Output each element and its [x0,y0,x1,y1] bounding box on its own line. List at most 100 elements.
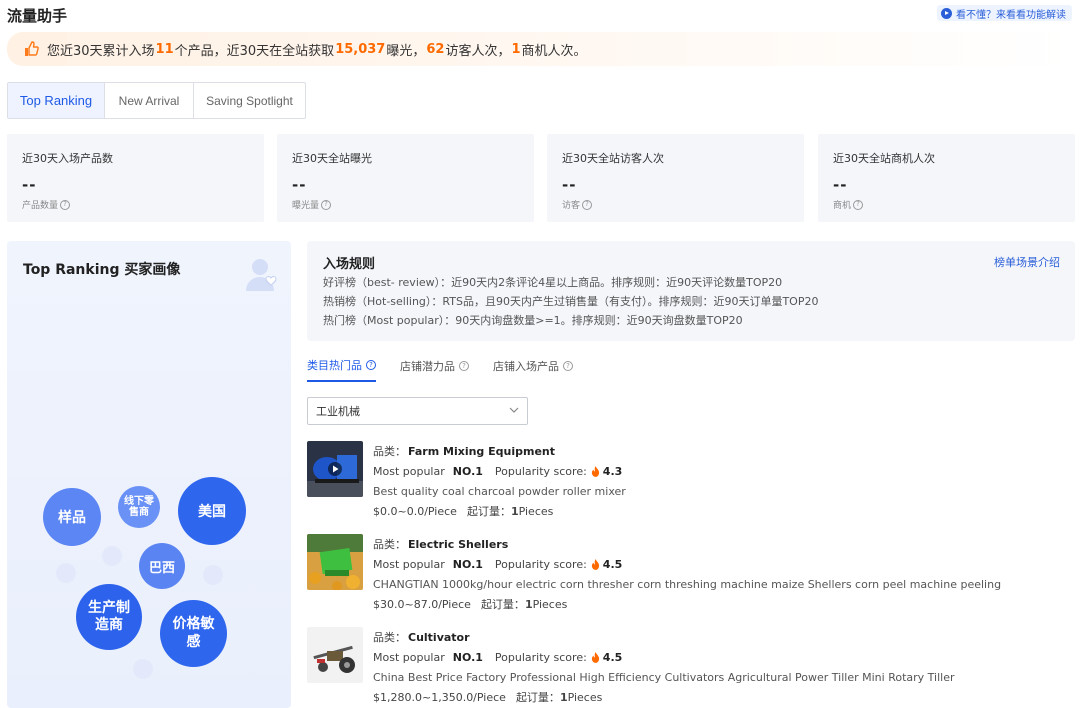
stat-label: 近30天全站曝光 [292,152,372,165]
moq-number: 1 [559,690,568,704]
question-icon[interactable]: ? [582,199,593,210]
product-category: Electric Shellers [408,537,509,551]
flame-icon [591,465,599,477]
help-link-label: 看不懂？来看看功能解读 [956,9,1066,21]
persona-tag-usa: 美国 [178,477,246,545]
product-item[interactable]: 品类： Farm Mixing Equipment Most popular NO… [307,441,1077,526]
stat-card-visitors: 近30天全站访客人次 -- 访客? [547,134,804,222]
product-item[interactable]: 品类： Cultivator Most popular NO.1 Populari… [307,627,1077,708]
ranking-tabs: Top Ranking New Arrival Saving Spotlight [7,82,306,119]
popularity-score-label: Popularity score: [494,557,587,571]
moq-label: 起订量： [515,691,560,704]
decor-dot [203,565,223,585]
product-title[interactable]: China Best Price Factory Professional Hi… [373,667,1077,687]
banner-exposure-count: 15,037 [335,41,386,57]
product-title[interactable]: CHANGTIAN 1000kg/hour electric corn thre… [373,574,1077,594]
ranking-scene-link[interactable]: 榜单场景介绍 [994,254,1060,270]
product-image[interactable] [307,534,363,590]
rule-line: 好评榜（best- review）：近90天内2条评论4星以上商品。排序规则：近… [323,276,783,289]
decor-dot [133,659,153,679]
flame-icon [591,651,599,663]
category-select-value: 工业机械 [316,405,360,418]
tab-new-arrival[interactable]: New Arrival [105,83,194,118]
question-icon[interactable]: ? [321,199,332,210]
most-popular-label: Most popular [373,650,445,664]
subtab-store-entered[interactable]: 店铺入场产品? [493,357,573,382]
decor-dot [102,546,122,566]
stat-label: 近30天全站访客人次 [562,152,664,165]
stat-sub-label: 商机 [833,201,852,211]
stat-sub-label: 产品数量 [22,201,59,211]
popularity-score-label: Popularity score: [494,650,587,664]
moq-number: 1 [510,504,519,518]
product-image[interactable] [307,627,363,683]
chevron-down-icon [509,407,519,413]
tab-top-ranking[interactable]: Top Ranking [8,83,105,118]
stat-value: -- [833,176,848,194]
question-icon[interactable]: ? [60,199,71,210]
entry-rules-panel: 入场规则 榜单场景介绍 好评榜（best- review）：近90天内2条评论4… [307,241,1075,341]
moq-number: 1 [524,597,533,611]
question-icon[interactable]: ? [563,361,573,371]
mixer-image [307,441,363,497]
persona-tag-price-sensitive: 价格敏感 [160,600,227,667]
subtab-store-potential[interactable]: 店铺潜力品? [400,357,469,382]
flame-icon [591,558,599,570]
stat-label: 近30天全站商机人次 [833,152,935,165]
question-icon[interactable]: ? [459,361,469,371]
product-title[interactable]: Best quality coal charcoal powder roller… [373,481,1077,501]
moq-label: 起订量： [480,598,525,611]
banner-text-2: 个产品，近30天在全站获取 [174,43,335,59]
persona-tag-manufacturer: 生产制造商 [76,584,142,650]
buyer-persona-panel: Top Ranking 买家画像 样品 线下零售商 美国 巴西 生产制造商 价格… [7,241,291,708]
moq-label: 起订量： [466,505,511,518]
decor-dot [56,563,76,583]
stat-value: -- [22,176,37,194]
persona-tag-sample: 样品 [43,488,101,546]
subtab-label: 店铺入场产品 [493,360,559,373]
stat-card-products: 近30天入场产品数 -- 产品数量? [7,134,264,222]
moq-unit: Pieces [567,690,603,704]
banner-products-count: 11 [155,41,174,57]
subtab-label: 类目热门品 [307,359,362,372]
stat-value: -- [292,176,307,194]
category-label: 品类： [373,631,406,644]
tab-saving-spotlight[interactable]: Saving Spotlight [194,83,305,118]
product-category: Farm Mixing Equipment [408,444,556,458]
stat-value: -- [562,176,577,194]
question-icon[interactable]: ? [366,360,376,370]
moq-unit: Pieces [532,597,568,611]
banner-text-5: 商机人次。 [521,43,587,59]
popularity-score-label: Popularity score: [494,464,587,478]
product-image[interactable] [307,441,363,497]
product-subtabs: 类目热门品? 店铺潜力品? 店铺入场产品? [307,357,597,382]
rank-badge: NO.1 [452,464,483,478]
moq-unit: Pieces [518,504,554,518]
popularity-score: 4.3 [602,464,623,478]
banner-text-1: 您近30天累计入场 [47,43,155,59]
stat-sub-label: 访客 [562,201,581,211]
rule-line: 热门榜（Most popular）：90天内询盘数量>=1。排序规则：近90天询… [323,314,743,327]
subtab-category-hot[interactable]: 类目热门品? [307,357,376,382]
product-price: $1,280.0~1,350.0/Piece [373,690,506,704]
persona-tag-label: 生产制造商 [88,599,130,634]
persona-title: Top Ranking 买家画像 [23,262,181,278]
most-popular-label: Most popular [373,557,445,571]
product-category: Cultivator [408,630,470,644]
product-price: $30.0~87.0/Piece [373,597,471,611]
banner-merchants-count: 1 [511,41,521,57]
product-item[interactable]: 品类： Electric Shellers Most popular NO.1 P… [307,534,1077,619]
banner-visitors-count: 62 [426,41,445,57]
page-title: 流量助手 [7,7,68,25]
subtab-label: 店铺潜力品 [400,360,455,373]
stat-card-exposure: 近30天全站曝光 -- 曝光量? [277,134,534,222]
product-price: $0.0~0.0/Piece [373,504,457,518]
stat-sub-label: 曝光量 [292,201,320,211]
persona-tag-label: 价格敏感 [172,616,215,650]
popularity-score: 4.5 [602,650,623,664]
help-link[interactable]: 看不懂？来看看功能解读 [937,5,1072,21]
category-label: 品类： [373,445,406,458]
persona-tag-offline-retailer: 线下零售商 [118,486,160,528]
category-select[interactable]: 工业机械 [307,397,528,425]
question-icon[interactable]: ? [853,199,864,210]
